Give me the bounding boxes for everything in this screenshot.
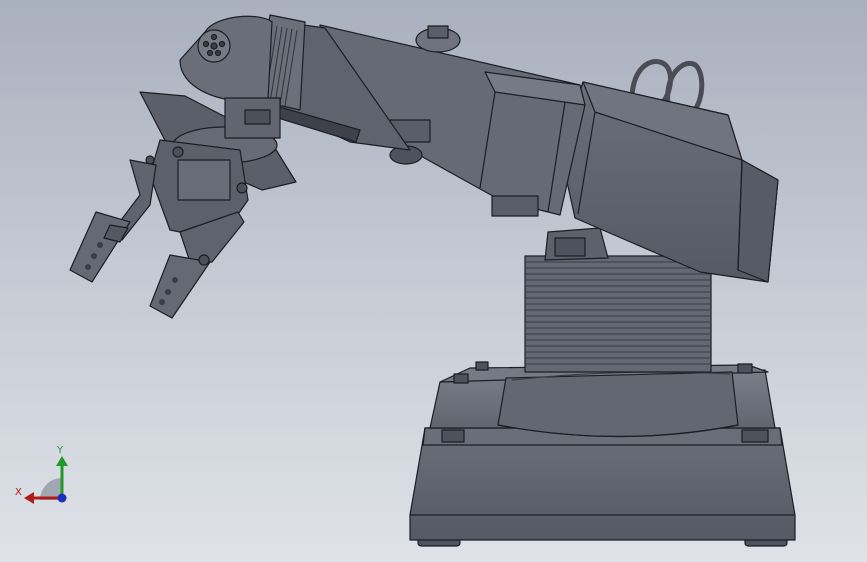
robot-arm-model[interactable] — [0, 0, 867, 562]
x-axis-label: X — [15, 487, 22, 498]
z-axis-origin — [57, 493, 67, 503]
wrist-servo — [179, 15, 273, 101]
gripper-finger-left — [69, 159, 157, 283]
gripper-assembly — [69, 91, 297, 319]
base-turntable — [497, 371, 739, 438]
coordinate-triad: X Y — [15, 445, 68, 504]
gripper-finger-right — [149, 211, 245, 319]
y-axis-label: Y — [56, 445, 64, 456]
base — [409, 361, 796, 547]
graphics-viewport[interactable]: X Y — [0, 0, 867, 562]
